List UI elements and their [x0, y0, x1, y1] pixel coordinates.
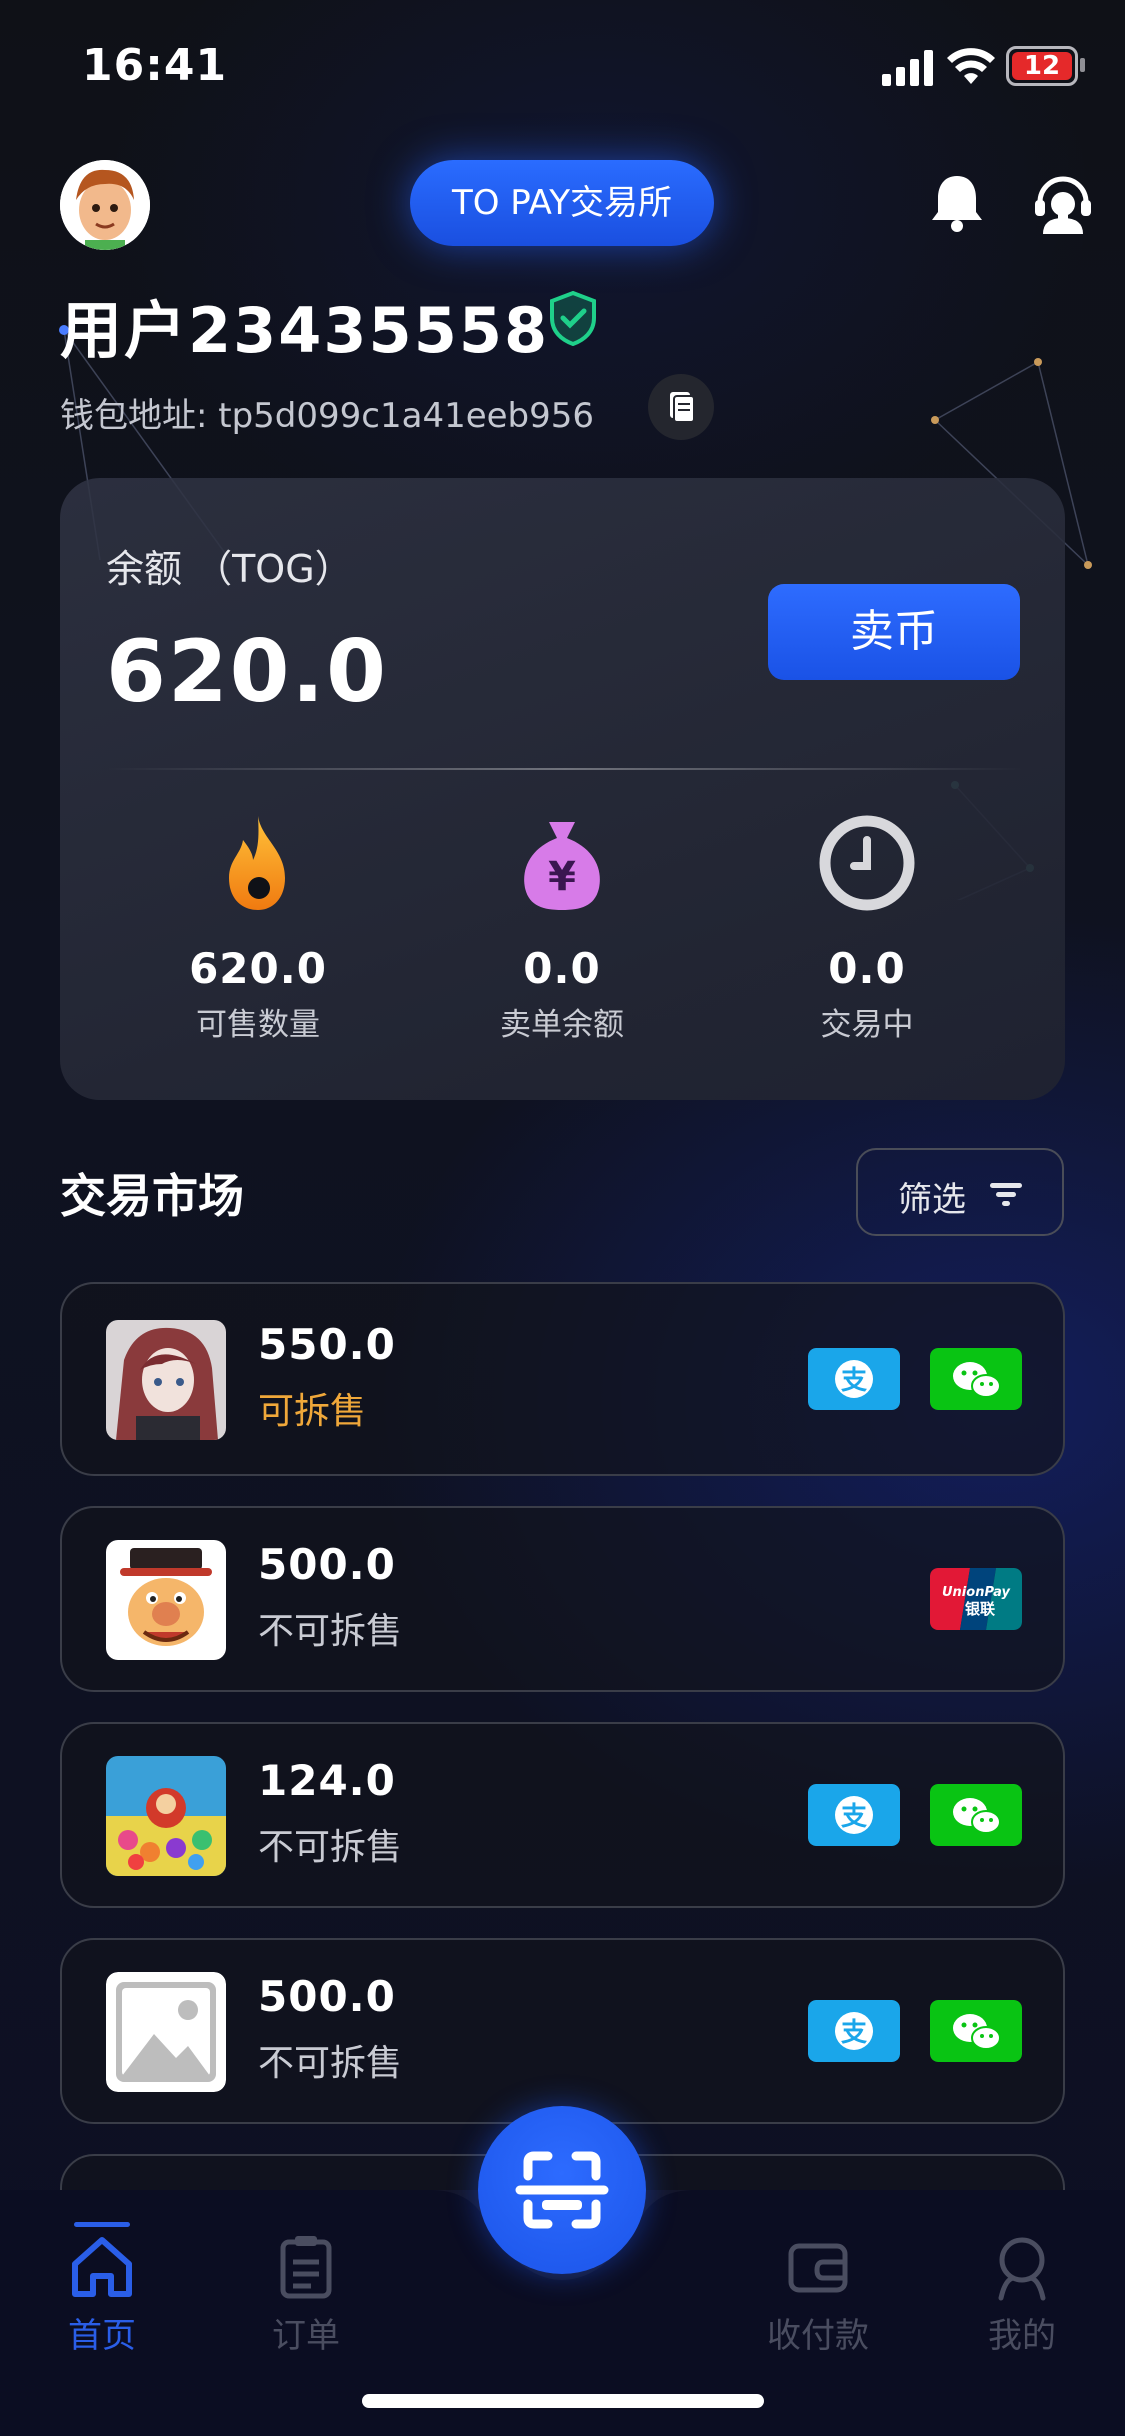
customer-support-icon[interactable]	[1032, 172, 1094, 234]
stat-label: 交易中	[820, 1007, 914, 1043]
svg-text:支: 支	[841, 1366, 867, 1396]
nav-item-home[interactable]: 首页	[22, 2232, 182, 2357]
bell-icon[interactable]	[928, 172, 986, 234]
filter-icon	[990, 1183, 1022, 1206]
battery-icon: 12	[1006, 46, 1078, 86]
home-icon	[72, 2237, 132, 2297]
cellular-signal-icon	[882, 50, 933, 86]
seller-avatar	[106, 1320, 226, 1440]
card-divider	[106, 768, 1024, 770]
wallet-icon	[788, 2243, 848, 2293]
filter-label: 筛选	[898, 1180, 966, 1220]
svg-text:银联: 银联	[965, 1600, 996, 1618]
scan-icon	[515, 2151, 609, 2229]
stat-trading: 0.0 交易中	[747, 808, 987, 1044]
svg-text:UnionPay: UnionPay	[942, 1585, 1011, 1600]
listing-amount: 550.0	[258, 1320, 396, 1369]
colorful-avatar-icon	[106, 1756, 226, 1876]
stat-value: 0.0	[523, 944, 601, 993]
home-indicator	[362, 2394, 764, 2408]
nav-label: 收付款	[767, 2316, 869, 2356]
user-name: 用户23435558	[60, 294, 550, 367]
stat-label: 卖单余额	[500, 1007, 624, 1043]
status-time: 16:41	[82, 40, 228, 91]
wallet-address: 钱包地址: tp5d099c1a41eeb956	[60, 396, 595, 436]
svg-text:支: 支	[841, 2018, 867, 2048]
active-tab-indicator	[74, 2222, 130, 2227]
profile-icon	[998, 2237, 1046, 2301]
cartoon-face-icon	[60, 160, 150, 250]
nav-item-orders[interactable]: 订单	[226, 2232, 386, 2357]
nav-item-profile[interactable]: 我的	[942, 2232, 1102, 2357]
listing-item[interactable]: 500.0 不可拆售 支	[60, 1938, 1065, 2124]
stat-value: 0.0	[828, 944, 906, 993]
nav-item-payments[interactable]: 收付款	[738, 2232, 898, 2357]
stat-sell-order-balance: ¥ 0.0 卖单余额	[442, 808, 682, 1044]
unionpay-icon: UnionPay 银联	[930, 1568, 1022, 1630]
nav-label: 订单	[272, 2316, 340, 2356]
seller-avatar	[106, 1972, 226, 2092]
copy-icon	[670, 392, 695, 423]
wifi-icon	[947, 48, 995, 84]
svg-text:¥: ¥	[548, 854, 576, 900]
orders-icon	[280, 2236, 332, 2299]
listing-split-status: 不可拆售	[258, 1827, 403, 1868]
stat-label: 可售数量	[196, 1007, 320, 1043]
listing-split-status: 不可拆售	[258, 1611, 403, 1652]
alipay-icon: 支	[808, 1784, 900, 1846]
clock-icon	[819, 815, 915, 911]
seller-avatar	[106, 1756, 226, 1876]
wechat-pay-icon	[930, 1348, 1022, 1410]
alipay-icon: 支	[808, 2000, 900, 2062]
user-avatar[interactable]	[60, 160, 150, 250]
battery-cap	[1080, 58, 1085, 72]
market-title: 交易市场	[60, 1169, 244, 1223]
nav-label: 首页	[68, 2316, 136, 2356]
money-bag-icon: ¥	[524, 822, 600, 910]
scan-button[interactable]	[478, 2106, 646, 2274]
balance-label: 余额 （TOG）	[106, 547, 353, 591]
flame-icon	[229, 816, 285, 910]
listing-amount: 500.0	[258, 1972, 396, 2021]
listing-item[interactable]: 124.0 不可拆售 支	[60, 1722, 1065, 1908]
alipay-icon: 支	[808, 1348, 900, 1410]
listing-item[interactable]: 500.0 不可拆售 UnionPay 银联	[60, 1506, 1065, 1692]
stat-value: 620.0	[189, 944, 327, 993]
sell-coin-button[interactable]: 卖币	[768, 584, 1020, 680]
svg-text:支: 支	[841, 1802, 867, 1832]
cartoon-avatar-icon	[106, 1540, 226, 1660]
stat-available: 620.0 可售数量	[138, 808, 378, 1044]
listing-split-status: 可拆售	[258, 1391, 367, 1432]
listing-amount: 124.0	[258, 1756, 396, 1805]
wechat-pay-icon	[930, 2000, 1022, 2062]
seller-avatar	[106, 1540, 226, 1660]
copy-address-button[interactable]	[648, 374, 714, 440]
listing-split-status: 不可拆售	[258, 2043, 403, 2084]
anime-avatar-icon	[106, 1320, 226, 1440]
battery-level: 12	[1023, 51, 1061, 81]
balance-value: 620.0	[106, 622, 389, 722]
image-placeholder-icon	[106, 1972, 226, 2092]
listing-amount: 500.0	[258, 1540, 396, 1589]
verified-shield-icon	[550, 290, 596, 346]
nav-label: 我的	[988, 2316, 1056, 2356]
listing-item[interactable]: 550.0 可拆售 支	[60, 1282, 1065, 1476]
wechat-pay-icon	[930, 1784, 1022, 1846]
exchange-title-pill[interactable]: TO PAY交易所	[410, 160, 714, 246]
filter-button[interactable]: 筛选	[856, 1148, 1064, 1236]
